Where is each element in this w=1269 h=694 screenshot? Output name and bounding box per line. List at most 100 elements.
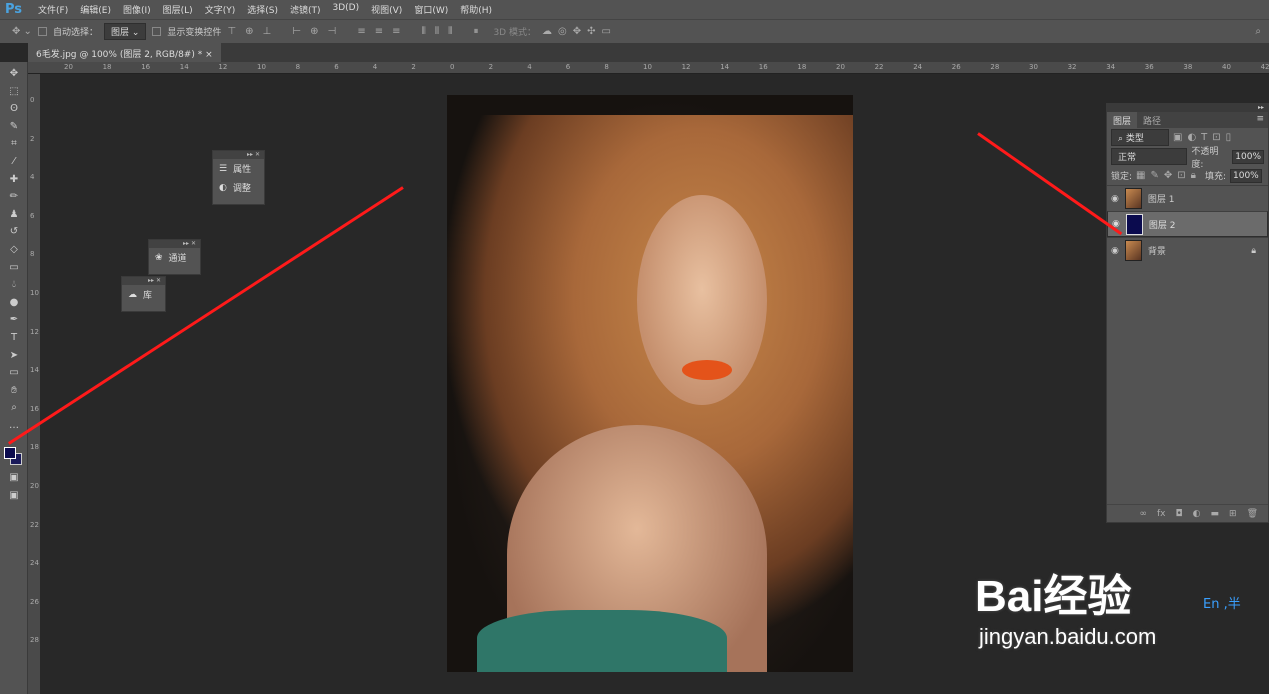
opacity-input[interactable]: 100% [1232,150,1264,164]
ime-indicator[interactable]: En ,半 [1203,593,1241,612]
hand-tool-icon[interactable]: ✋︎ [6,385,22,396]
menu-item[interactable]: 选择(S) [241,3,284,16]
move-tool-icon[interactable]: ✥ ⌄ [12,26,32,37]
eraser-tool-icon[interactable]: ◇ [6,244,22,255]
move-tool-icon[interactable]: ✥ [6,68,22,79]
layer-name: 图层 2 [1149,218,1176,231]
group-icon[interactable]: ▬ [1211,509,1220,519]
layer-row[interactable]: ◉图层 2 [1107,211,1268,237]
ruler-label: 0 [30,96,34,104]
adjustments-button[interactable]: ◐调整 [213,178,264,197]
panel-header[interactable]: ▸▸ ✕ [122,277,165,285]
blur-tool-icon[interactable]: 💧︎ [6,279,22,290]
document-canvas-image[interactable] [447,95,853,672]
marquee-tool-icon[interactable]: ⬚ [6,86,22,97]
panel-header[interactable]: ▸▸ ✕ [213,151,264,159]
menu-item[interactable]: 图层(L) [157,3,199,16]
zoom-tool-icon[interactable]: ⌕ [6,402,22,413]
type-tool-icon[interactable]: T [6,332,22,343]
ruler-label: 32 [1068,63,1077,71]
brush-tool-icon[interactable]: ✏ [6,191,22,202]
gradient-tool-icon[interactable]: ▭ [6,262,22,273]
fill-input[interactable]: 100% [1230,169,1262,183]
mask-icon[interactable]: ◘ [1176,509,1183,519]
menu-item[interactable]: 窗口(W) [408,3,454,16]
menu-item[interactable]: 滤镜(T) [284,3,327,16]
blend-mode-dropdown[interactable]: 正常 [1111,148,1187,165]
auto-select-value: 图层 [111,28,129,38]
channels-button[interactable]: ❀通道 [149,248,200,267]
tab-layers[interactable]: 图层 [1107,112,1137,128]
link-icon[interactable]: ∞ [1140,509,1148,519]
panel-collapse[interactable]: ▸▸ [1107,104,1268,112]
layer-name: 背景 [1148,244,1166,257]
more-tool-icon[interactable]: … [6,420,22,431]
document-tab-title: 6毛发.jpg @ 100% (图层 2, RGB/8#) * [36,50,202,60]
pen-tool-icon[interactable]: ✒ [6,314,22,325]
filter-icons[interactable]: ▣◐T⊡▯ [1173,132,1236,143]
menu-item[interactable]: 编辑(E) [74,3,117,16]
screen-mode-icon[interactable]: ▣ [6,490,22,501]
quick-select-tool-icon[interactable]: ✎ [6,121,22,132]
libraries-panel: ▸▸ ✕ ☁库 [121,276,166,312]
lasso-tool-icon[interactable]: ʘ [6,103,22,114]
stamp-tool-icon[interactable]: ♟ [6,209,22,220]
auto-select-dropdown[interactable]: 图层 ⌄ [104,23,146,40]
menu-item[interactable]: 3D(D) [327,3,366,16]
menu-item[interactable]: 文件(F) [32,3,74,16]
search-icon[interactable]: ⌕ [1255,26,1261,37]
ruler-label: 20 [30,482,39,490]
rectangle-tool-icon[interactable]: ▭ [6,367,22,378]
foreground-color-swatch[interactable] [4,447,16,459]
layer-row[interactable]: ◉图层 1 [1107,185,1268,211]
ruler-label: 22 [30,521,39,529]
eye-icon[interactable]: ◉ [1111,246,1119,256]
ruler-label: 26 [30,598,39,606]
lock-icons[interactable]: ▦✎✥⊡🔒︎ [1136,170,1201,181]
tab-paths[interactable]: 路径 [1137,112,1167,128]
libraries-button[interactable]: ☁库 [122,285,165,304]
filter-kind-dropdown[interactable]: ⌕ 类型 [1111,129,1169,146]
ruler-label: 28 [30,636,39,644]
ruler-label: 30 [1029,63,1038,71]
ruler-label: 18 [30,443,39,451]
fx-icon[interactable]: fx [1157,509,1166,519]
auto-select-checkbox[interactable] [38,27,47,36]
ruler-label: 8 [30,250,34,258]
ruler-label: 18 [797,63,806,71]
eye-icon[interactable]: ◉ [1111,194,1119,204]
history-brush-tool-icon[interactable]: ↺ [6,226,22,237]
panel-menu-icon[interactable]: ≡ [1252,112,1268,128]
properties-adjustments-panel: ▸▸ ✕ ☰属性 ◐调整 [212,150,265,205]
menu-item[interactable]: 帮助(H) [454,3,498,16]
path-select-tool-icon[interactable]: ➤ [6,350,22,361]
ruler-label: 8 [604,63,608,71]
crop-tool-icon[interactable]: ⌗ [6,138,22,149]
dodge-tool-icon[interactable]: ● [6,297,22,308]
eyedropper-tool-icon[interactable]: ⁄ [6,156,22,167]
menu-item[interactable]: 文字(Y) [199,3,242,16]
panel-header[interactable]: ▸▸ ✕ [149,240,200,248]
ruler-label: 24 [913,63,922,71]
show-transform-checkbox[interactable] [152,27,161,36]
ruler-label: 18 [103,63,112,71]
ruler-label: 4 [30,173,34,181]
ruler-label: 6 [30,212,34,220]
ruler-label: 2 [489,63,493,71]
quick-mask-icon[interactable]: ▣ [6,472,22,483]
ruler-label: 38 [1183,63,1192,71]
new-layer-icon[interactable]: ⊞ [1229,509,1237,519]
menu-item[interactable]: 图像(I) [117,3,157,16]
healing-tool-icon[interactable]: ✚ [6,174,22,185]
properties-icon: ☰ [219,164,227,174]
ruler-label: 4 [527,63,531,71]
trash-icon[interactable]: 🗑︎ [1247,509,1258,519]
menu-item[interactable]: 视图(V) [365,3,408,16]
3d-tools-icons[interactable]: ☁◎✥✣▭ [542,26,617,37]
layer-row[interactable]: ◉背景🔒︎ [1107,237,1268,263]
align-icons[interactable]: ⊤⊕⊥ ⊢⊕⊣ ≡≡≡ ⫴⫴⫴ ⏸ [227,26,487,37]
properties-button[interactable]: ☰属性 [213,159,264,178]
document-tab[interactable]: 6毛发.jpg @ 100% (图层 2, RGB/8#) * × [28,43,221,62]
close-icon[interactable]: × [205,50,213,60]
adjustment-layer-icon[interactable]: ◐ [1193,509,1201,519]
